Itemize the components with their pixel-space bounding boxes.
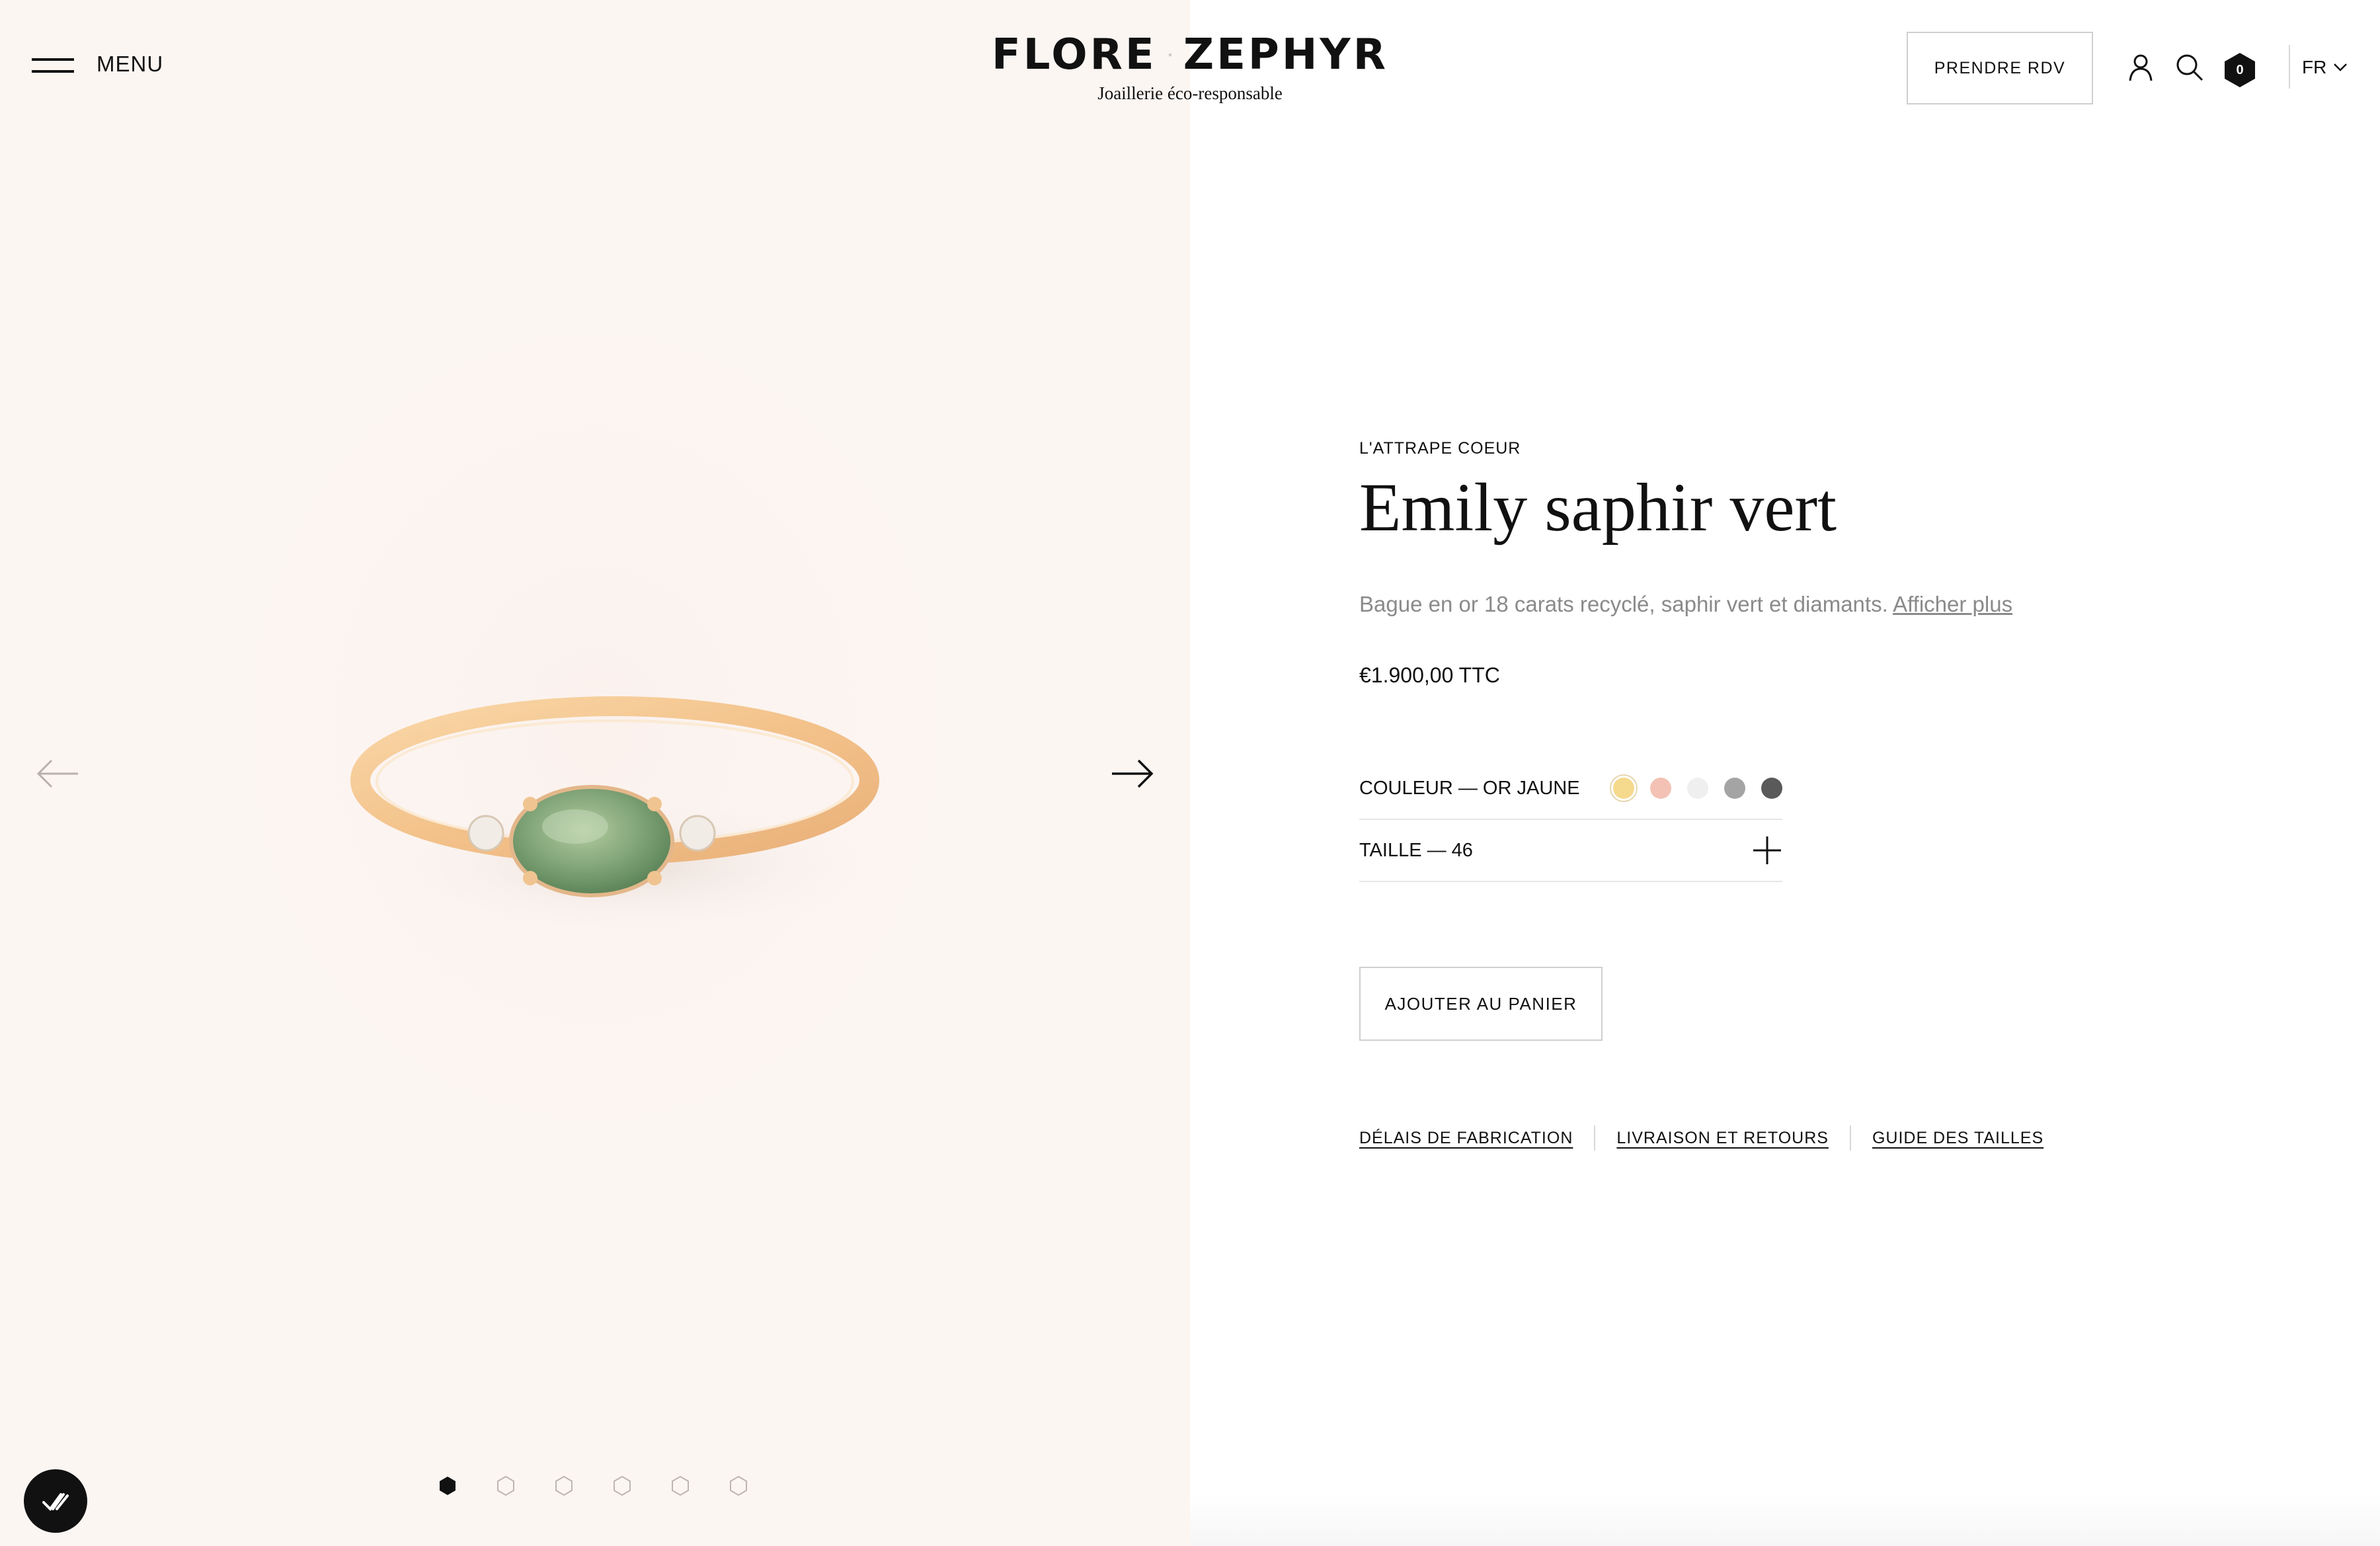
cart-button[interactable]: 0 — [2223, 52, 2257, 89]
header-divider — [2289, 45, 2290, 89]
color-label: COULEUR — OR JAUNE — [1359, 777, 1580, 799]
previous-slide-button[interactable] — [34, 754, 81, 793]
color-swatch[interactable] — [1761, 778, 1782, 799]
hamburger-icon — [32, 54, 74, 74]
link-divider — [1849, 1125, 1851, 1151]
arrow-left-icon — [36, 759, 78, 788]
appointment-button[interactable]: PRENDRE RDV — [1907, 32, 2093, 104]
color-option-row: COULEUR — OR JAUNE — [1359, 758, 1782, 821]
arrow-right-icon — [1112, 759, 1154, 788]
link-production-time[interactable]: DÉLAIS DE FABRICATION — [1359, 1129, 1573, 1148]
link-divider — [1594, 1125, 1596, 1151]
user-icon — [2129, 54, 2153, 81]
page-bottom-fade — [1190, 1494, 2380, 1546]
product-image — [331, 668, 912, 946]
slide-dot[interactable] — [611, 1475, 633, 1497]
logo-text-left: FLORE — [992, 30, 1157, 79]
hexagon-ampersand-icon: & — [1168, 53, 1171, 57]
size-label: TAILLE — 46 — [1359, 839, 1473, 861]
color-swatches — [1610, 774, 1782, 803]
size-option-row[interactable]: TAILLE — 46 — [1359, 820, 1782, 883]
slide-dot[interactable] — [553, 1475, 575, 1497]
product-title: Emily saphir vert — [1359, 469, 1837, 546]
cart-count: 0 — [2236, 62, 2244, 77]
accessibility-badge[interactable] — [24, 1469, 87, 1533]
slide-dot[interactable] — [727, 1475, 750, 1497]
show-more-link[interactable]: Afficher plus — [1893, 592, 2012, 616]
collection-name: L'ATTRAPE COEUR — [1359, 439, 1521, 458]
color-swatch[interactable] — [1650, 778, 1671, 799]
checkmark-badge-icon — [42, 1493, 69, 1512]
logo-tagline: Joaillerie éco-responsable — [1097, 83, 1283, 103]
color-swatch[interactable] — [1687, 778, 1708, 799]
menu-label: MENU — [97, 52, 164, 76]
menu-button[interactable]: MENU — [32, 52, 163, 77]
plus-icon[interactable] — [1752, 835, 1782, 866]
product-description: Bague en or 18 carats recyclé, saphir ve… — [1359, 592, 2153, 617]
product-price: €1.900,00 TTC — [1359, 663, 1500, 688]
site-logo[interactable]: FLORE & ZEPHYR Joaillerie éco-responsabl… — [992, 30, 1388, 104]
link-size-guide[interactable]: GUIDE DES TAILLES — [1872, 1129, 2043, 1148]
account-button[interactable] — [2126, 53, 2155, 82]
color-swatch[interactable] — [1610, 774, 1638, 803]
language-label: FR — [2302, 57, 2327, 77]
description-text: Bague en or 18 carats recyclé, saphir ve… — [1359, 592, 1888, 617]
search-button[interactable] — [2175, 53, 2204, 82]
info-links: DÉLAIS DE FABRICATION LIVRAISON ET RETOU… — [1359, 1125, 2153, 1151]
language-selector[interactable]: FR — [2302, 57, 2348, 78]
slide-dot[interactable] — [436, 1475, 459, 1497]
slide-indicators — [436, 1475, 750, 1497]
slide-dot[interactable] — [669, 1475, 692, 1497]
color-swatch[interactable] — [1724, 778, 1745, 799]
product-gallery — [0, 0, 1190, 1546]
next-slide-button[interactable] — [1109, 754, 1156, 793]
search-icon — [2176, 54, 2203, 81]
slide-dot[interactable] — [495, 1475, 517, 1497]
link-shipping-returns[interactable]: LIVRAISON ET RETOURS — [1616, 1129, 1829, 1148]
add-to-cart-button[interactable]: AJOUTER AU PANIER — [1359, 967, 1603, 1041]
site-header: MENU FLORE & ZEPHYR Joaillerie éco-respo… — [0, 0, 2380, 139]
product-options: COULEUR — OR JAUNE TAILLE — 46 — [1359, 758, 1782, 883]
product-info: L'ATTRAPE COEUR Emily saphir vert Bague … — [1359, 439, 2153, 1151]
logo-text-right: ZEPHYR — [1183, 30, 1388, 79]
chevron-down-icon — [2334, 63, 2348, 71]
